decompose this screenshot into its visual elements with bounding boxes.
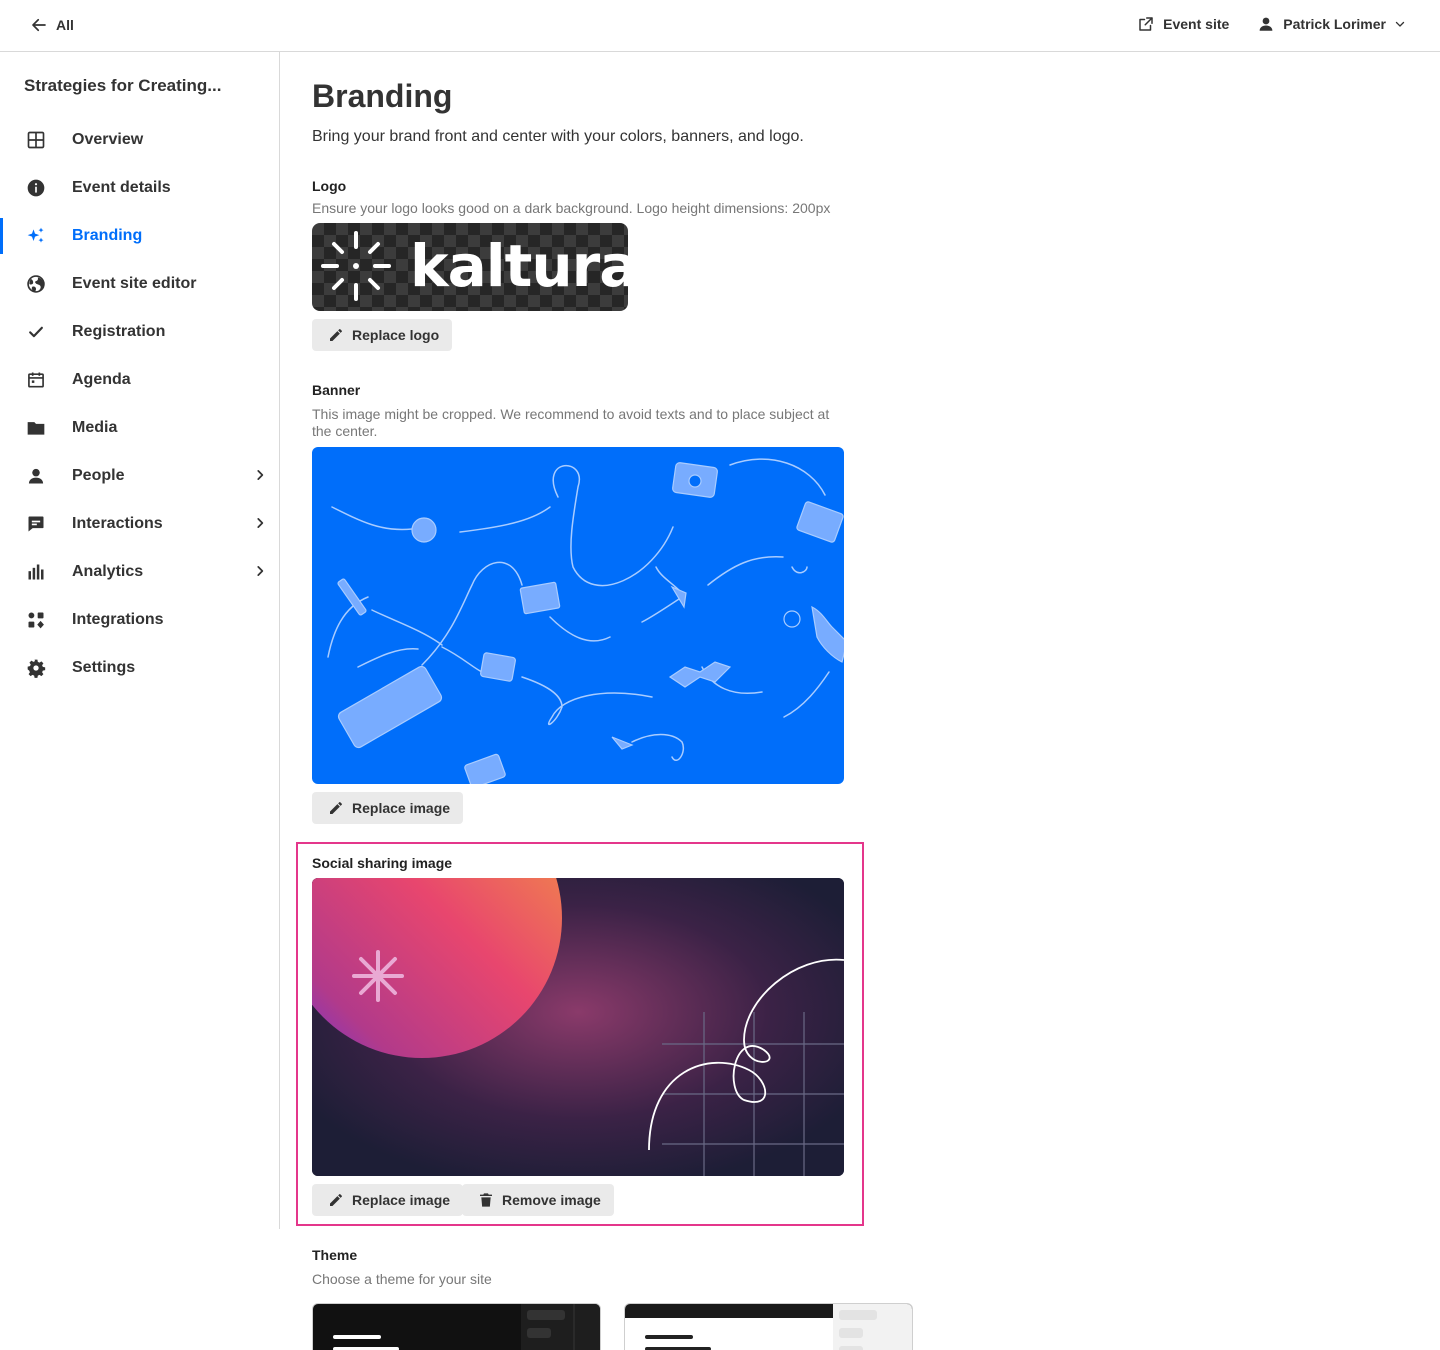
sidebar-item-label: Settings xyxy=(72,659,136,676)
logo-wordmark: kaltura xyxy=(410,232,628,300)
sidebar-item-interactions[interactable]: Interactions xyxy=(0,500,279,548)
sidebar-item-event-details[interactable]: Event details xyxy=(0,164,279,212)
trash-icon xyxy=(480,1193,492,1207)
bar-chart-icon xyxy=(24,560,48,584)
sidebar-item-integrations[interactable]: Integrations xyxy=(0,596,279,644)
theme-light-line xyxy=(645,1335,693,1339)
theme-dark-block xyxy=(527,1328,551,1338)
pencil-icon xyxy=(330,329,342,341)
calendar-icon xyxy=(24,368,48,392)
page-subtitle: Bring your brand front and center with y… xyxy=(312,128,804,145)
replace-banner-button[interactable]: Replace image xyxy=(312,792,464,824)
banner-illustration xyxy=(327,458,844,784)
theme-dark-block xyxy=(527,1310,565,1320)
external-link-icon xyxy=(1139,17,1153,31)
back-to-all-link[interactable]: All xyxy=(30,16,74,34)
person-icon xyxy=(24,464,48,488)
replace-logo-label: Replace logo xyxy=(352,327,440,343)
sparkle-icon xyxy=(24,224,48,248)
sidebar-item-people[interactable]: People xyxy=(0,452,279,500)
sidebar-item-label: Registration xyxy=(72,323,166,340)
pencil-icon xyxy=(330,802,342,814)
social-image-artwork xyxy=(312,878,844,1176)
chevron-right-icon xyxy=(257,566,264,576)
logo-help-text: Ensure your logo looks good on a dark ba… xyxy=(312,200,831,216)
theme-light-block xyxy=(839,1310,877,1320)
theme-dark-divider xyxy=(573,1304,575,1350)
banner-help-text: This image might be cropped. We recommen… xyxy=(312,406,830,439)
social-sharing-preview xyxy=(312,878,844,1176)
sidebar-item-agenda[interactable]: Agenda xyxy=(0,356,279,404)
sidebar-item-analytics[interactable]: Analytics xyxy=(0,548,279,596)
sidebar-item-media[interactable]: Media xyxy=(0,404,279,452)
logo-preview: kaltura xyxy=(312,223,628,311)
sidebar-item-label: Integrations xyxy=(72,611,164,628)
remove-social-image-label: Remove image xyxy=(502,1192,601,1208)
chevron-right-icon xyxy=(257,470,264,480)
kaltura-asterisk-icon xyxy=(321,231,391,301)
grid-icon xyxy=(24,128,48,152)
chevron-right-icon xyxy=(257,518,264,528)
sidebar: Strategies for Creating... Overview Even… xyxy=(0,52,280,1229)
theme-light-block xyxy=(839,1328,863,1338)
pencil-icon xyxy=(330,1194,342,1206)
top-bar: All Event site Patrick Lorimer xyxy=(0,0,1440,52)
theme-dark-line xyxy=(333,1335,381,1339)
user-menu[interactable]: Patrick Lorimer xyxy=(1257,15,1406,33)
globe-icon xyxy=(24,272,48,296)
theme-option-dark[interactable] xyxy=(312,1303,601,1350)
replace-social-image-button[interactable]: Replace image xyxy=(312,1184,464,1216)
sidebar-item-label: Agenda xyxy=(72,371,131,388)
event-site-link[interactable]: Event site xyxy=(1137,15,1229,33)
theme-option-light[interactable] xyxy=(624,1303,913,1350)
theme-light-block xyxy=(839,1346,863,1350)
replace-social-image-label: Replace image xyxy=(352,1192,451,1208)
sidebar-item-branding[interactable]: Branding xyxy=(0,212,279,260)
sidebar-item-label: Event site editor xyxy=(72,275,197,292)
sidebar-item-label: Interactions xyxy=(72,515,163,532)
sidebar-item-event-site-editor[interactable]: Event site editor xyxy=(0,260,279,308)
sidebar-item-label: Branding xyxy=(72,227,143,244)
sidebar-item-label: People xyxy=(72,467,125,484)
sidebar-item-label: Overview xyxy=(72,131,144,148)
logo-section-label: Logo xyxy=(312,178,347,194)
theme-help-text: Choose a theme for your site xyxy=(312,1271,492,1287)
replace-logo-button[interactable]: Replace logo xyxy=(312,319,453,351)
event-name: Strategies for Creating... xyxy=(24,76,222,95)
sidebar-item-label: Analytics xyxy=(72,563,144,580)
sidebar-item-label: Event details xyxy=(72,179,171,196)
user-name: Patrick Lorimer xyxy=(1283,16,1386,32)
banner-preview xyxy=(312,447,844,784)
event-site-label: Event site xyxy=(1163,16,1230,32)
social-section-label: Social sharing image xyxy=(312,855,453,871)
sidebar-item-registration[interactable]: Registration xyxy=(0,308,279,356)
gear-icon xyxy=(24,656,48,680)
replace-banner-label: Replace image xyxy=(352,800,451,816)
back-label: All xyxy=(56,17,74,33)
arrow-left-icon xyxy=(32,18,46,32)
sidebar-item-label: Media xyxy=(72,419,118,436)
sidebar-nav: Overview Event details Branding Event si… xyxy=(0,116,279,692)
theme-section-label: Theme xyxy=(312,1247,358,1263)
sidebar-item-settings[interactable]: Settings xyxy=(0,644,279,692)
sidebar-item-overview[interactable]: Overview xyxy=(0,116,279,164)
user-icon xyxy=(1259,17,1273,31)
folder-icon xyxy=(24,416,48,440)
chevron-down-icon xyxy=(1395,21,1405,27)
check-icon xyxy=(24,320,48,344)
integrations-icon xyxy=(24,608,48,632)
chat-icon xyxy=(24,512,48,536)
remove-social-image-button[interactable]: Remove image xyxy=(462,1184,614,1216)
info-icon xyxy=(24,176,48,200)
banner-section-label: Banner xyxy=(312,382,361,398)
page-title: Branding xyxy=(312,78,453,114)
